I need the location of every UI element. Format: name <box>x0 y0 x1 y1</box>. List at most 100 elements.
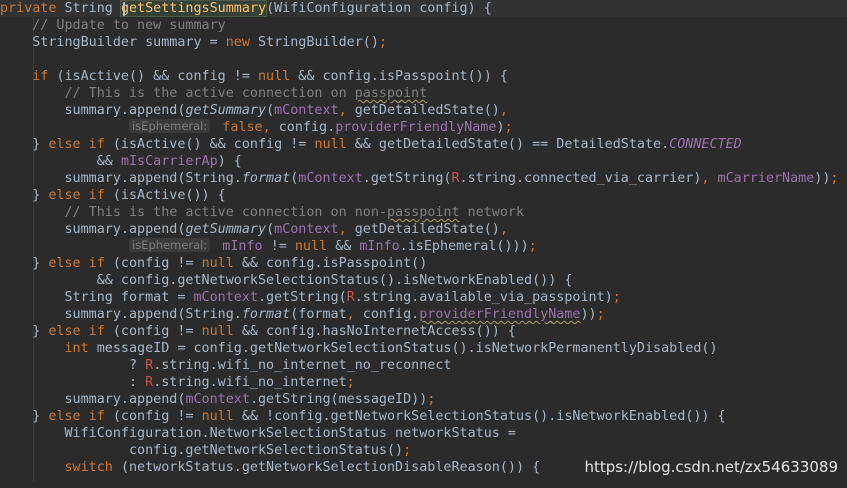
code-token: false <box>214 120 263 135</box>
code-token: getSettingsSummary <box>119 0 268 17</box>
code-token: .string.available_via_passpoint) <box>354 290 613 305</box>
code-token: } <box>0 409 49 424</box>
code-line[interactable]: // This is the active connection on pass… <box>0 85 838 102</box>
code-line[interactable]: // Update to new summary <box>0 17 838 34</box>
code-token: && config.hasNoInternetAccess()) { <box>241 324 516 339</box>
code-line[interactable]: && mIsCarrierAp) { <box>0 153 838 170</box>
code-line[interactable]: private String getSettingsSummary(WifiCo… <box>0 0 838 17</box>
code-line[interactable]: ? R.string.wifi_no_internet_no_reconnect <box>0 357 838 374</box>
code-token: null <box>201 324 242 339</box>
code-line[interactable]: : R.string.wifi_no_internet; <box>0 374 838 391</box>
code-token: providerFriendlyName <box>419 307 581 322</box>
code-token: else if <box>48 188 113 203</box>
code-token: if <box>32 69 57 84</box>
code-token: getDetailedState() <box>354 222 500 237</box>
code-line[interactable]: if (isActive() && config != null && conf… <box>0 68 838 85</box>
code-token: } <box>0 137 49 152</box>
code-token: summary.append(String. <box>0 307 242 322</box>
code-line[interactable] <box>0 51 838 68</box>
code-line[interactable]: WifiConfiguration.NetworkSelectionStatus… <box>0 425 838 442</box>
code-token: .isEphemeral())) <box>399 239 529 254</box>
code-line[interactable]: } else if (config != null && !config.get… <box>0 408 838 425</box>
code-token: , <box>499 222 508 237</box>
code-token: // This is the active connection on <box>64 86 355 101</box>
code-token: mCarrierName <box>717 171 815 186</box>
code-token: .string.wifi_no_internet <box>153 375 347 390</box>
code-token: // This is the active connection on non- <box>64 205 387 220</box>
code-token: .getString( <box>257 290 347 305</box>
code-token: , <box>701 171 718 186</box>
code-token: != <box>270 239 295 254</box>
code-token: ; <box>612 290 621 305</box>
code-token: messageID = config.getNetworkSelectionSt… <box>96 341 718 356</box>
code-token: (config != <box>112 409 202 424</box>
code-token: ) <box>496 120 505 135</box>
code-line[interactable]: summary.append(String.format(format, con… <box>0 306 838 323</box>
code-token: null <box>201 256 242 271</box>
code-token: else if <box>48 324 113 339</box>
code-token: (isActive() && config != <box>56 69 258 84</box>
code-token: R <box>145 375 154 390</box>
code-token: ; <box>346 375 355 390</box>
code-token: summary.append(String. <box>0 171 242 186</box>
code-token: ; <box>528 239 537 254</box>
code-token: )) <box>814 171 831 186</box>
code-line[interactable]: StringBuilder summary = new StringBuilde… <box>0 34 838 51</box>
code-line[interactable]: } else if (isActive() && config != null … <box>0 136 838 153</box>
code-line[interactable]: // This is the active connection on non-… <box>0 204 838 221</box>
code-token: ; <box>830 171 839 186</box>
code-token: mIsCarrierAp <box>120 154 218 169</box>
code-line[interactable]: summary.append(String.format(mContext.ge… <box>0 170 838 187</box>
code-token: summary.append( <box>0 103 186 118</box>
code-token: mContext <box>193 290 258 305</box>
code-token: getSummary <box>185 222 267 237</box>
code-line[interactable]: config.getNetworkSelectionStatus(); <box>0 442 838 459</box>
code-token: mContext <box>274 222 339 237</box>
code-line[interactable]: summary.append(getSummary(mContext, getD… <box>0 221 838 238</box>
code-line[interactable]: summary.append(mContext.getString(messag… <box>0 391 838 408</box>
code-token: mContext <box>185 392 250 407</box>
code-token: getSummary <box>185 103 267 118</box>
code-token: , <box>346 307 363 322</box>
parameter-hint: isEphemeral: <box>129 119 211 133</box>
code-editor[interactable]: private String getSettingsSummary(WifiCo… <box>0 0 847 488</box>
code-token: format <box>241 307 291 322</box>
code-token: int <box>64 341 97 356</box>
code-token: null <box>201 409 242 424</box>
code-token: ; <box>403 443 412 458</box>
code-token: config. <box>278 120 336 135</box>
code-token: && config.isPasspoint() <box>241 256 428 271</box>
code-token: summary.append( <box>0 222 186 237</box>
code-token: config. <box>362 307 420 322</box>
code-line[interactable]: } else if (config != null && config.isPa… <box>0 255 838 272</box>
code-token: passpoint <box>354 86 428 101</box>
code-token: String format = <box>0 290 194 305</box>
code-token: (isActive()) { <box>112 188 226 203</box>
code-token: network <box>459 205 525 220</box>
code-line[interactable]: } else if (isActive()) { <box>0 187 838 204</box>
code-line[interactable]: } else if (config != null && config.hasN… <box>0 323 838 340</box>
code-line[interactable]: isEphemeral: false, config.providerFrien… <box>0 119 838 136</box>
code-token: // Update to new summary <box>32 18 226 33</box>
code-token: ( <box>266 222 275 237</box>
code-line[interactable]: int messageID = config.getNetworkSelecti… <box>0 340 838 357</box>
code-token: mContext <box>298 171 363 186</box>
code-line[interactable]: isEphemeral: mInfo != null && mInfo.isEp… <box>0 238 838 255</box>
code-token: WifiConfiguration.NetworkSelectionStatus… <box>0 426 516 441</box>
code-token: mInfo <box>359 239 400 254</box>
code-token: else if <box>48 409 113 424</box>
code-token: getDetailedState() <box>354 103 500 118</box>
code-token: : <box>0 375 146 390</box>
code-token: (isActive() && config != <box>112 137 315 152</box>
code-line[interactable]: summary.append(getSummary(mContext, getD… <box>0 102 838 119</box>
text-cursor <box>123 2 125 16</box>
code-token: && <box>0 154 121 169</box>
code-token: .getString( <box>362 171 452 186</box>
code-token: ; <box>427 392 436 407</box>
code-token: , <box>338 222 355 237</box>
code-line[interactable]: && config.getNetworkSelectionStatus().is… <box>0 272 838 289</box>
code-lines[interactable]: private String getSettingsSummary(WifiCo… <box>0 0 838 476</box>
code-line[interactable]: String format = mContext.getString(R.str… <box>0 289 838 306</box>
